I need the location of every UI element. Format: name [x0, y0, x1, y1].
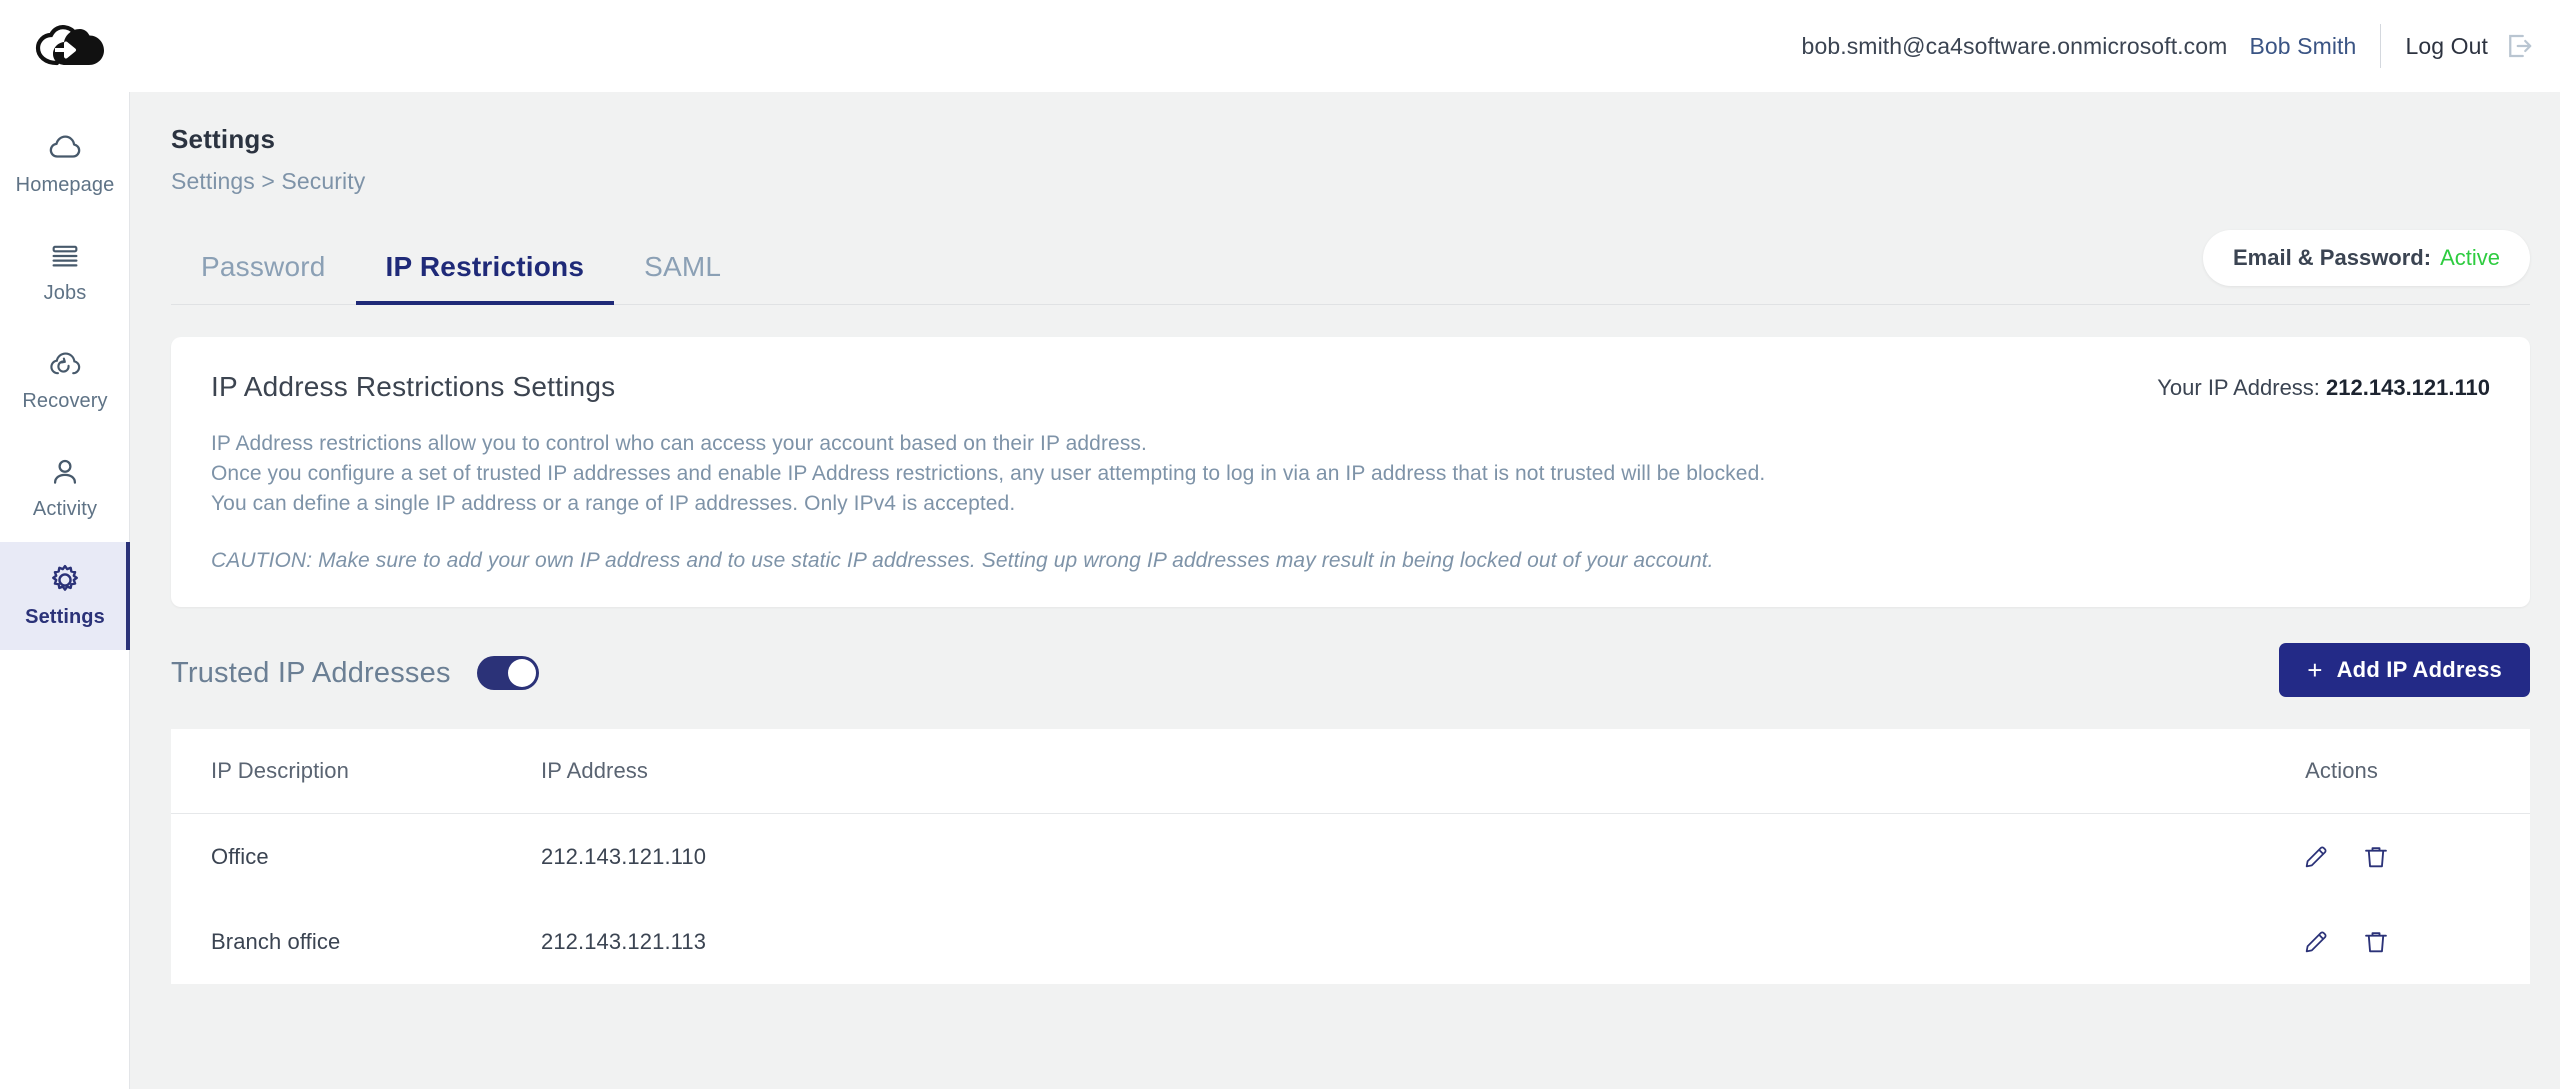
trusted-ip-table: IP Description IP Address Actions Office…: [171, 729, 2530, 984]
sidebar-item-label: Homepage: [15, 174, 115, 196]
cell-ip-address: 212.143.121.110: [541, 843, 707, 869]
sidebar-item-settings[interactable]: Settings: [0, 542, 130, 650]
tab-ip-restrictions[interactable]: IP Restrictions: [355, 251, 615, 305]
sidebar-item-label: Recovery: [22, 390, 108, 412]
ip-restrictions-info-card: IP Address Restrictions Settings Your IP…: [171, 337, 2530, 607]
sidebar-nav: Homepage Jobs Recovery Activity Settings: [0, 92, 130, 1089]
add-ip-address-button[interactable]: + Add IP Address: [2279, 643, 2530, 697]
caution-note: CAUTION: Make sure to add your own IP ad…: [211, 549, 1714, 572]
tab-password[interactable]: Password: [171, 251, 356, 305]
your-ip-value: 212.143.121.110: [2326, 375, 2490, 400]
sidebar-item-activity[interactable]: Activity: [0, 434, 130, 542]
column-header-ip: IP Address: [541, 758, 648, 783]
trash-icon[interactable]: [2362, 928, 2390, 956]
cell-description: Branch office: [211, 928, 341, 954]
info-paragraph: Once you configure a set of trusted IP a…: [211, 462, 1766, 485]
sidebar-item-label: Settings: [25, 606, 105, 628]
cell-ip-address: 212.143.121.113: [541, 928, 707, 954]
cell-description: Office: [211, 843, 269, 869]
pencil-icon[interactable]: [2302, 843, 2330, 871]
column-header-description: IP Description: [211, 758, 349, 783]
gear-icon: [52, 564, 78, 591]
page-title: Settings: [171, 124, 276, 154]
trusted-ip-header-row: Trusted IP Addresses + Add IP Address: [171, 643, 2530, 703]
your-ip-label: Your IP Address:: [2157, 375, 2320, 400]
stacked-lines-icon: [52, 245, 78, 267]
status-badge-label: Email & Password:: [2233, 245, 2432, 270]
your-ip-address: Your IP Address: 212.143.121.110: [2157, 375, 2490, 401]
page-header: Settings Settings > Security: [131, 92, 2560, 195]
main-content: Settings Settings > Security Email & Pas…: [131, 92, 2560, 1089]
cloud-refresh-icon: [50, 352, 81, 375]
logout-button[interactable]: Log Out: [2381, 33, 2504, 60]
column-header-actions: Actions: [2305, 758, 2378, 783]
cloud-arrow-logo-icon: [35, 25, 104, 66]
app-logo[interactable]: [32, 18, 108, 74]
info-paragraph: You can define a single IP address or a …: [211, 492, 1016, 515]
sidebar-item-jobs[interactable]: Jobs: [0, 218, 130, 326]
cloud-icon: [49, 135, 81, 158]
logout-arrow-icon[interactable]: [2504, 31, 2534, 61]
trash-icon[interactable]: [2362, 843, 2390, 871]
row-actions: [2061, 843, 2490, 871]
header-account-area: bob.smith@ca4software.onmicrosoft.com Bo…: [1802, 0, 2534, 92]
trusted-ip-toggle[interactable]: [476, 656, 539, 690]
table-row: Office 212.143.121.110: [171, 814, 2530, 899]
table-header-row: IP Description IP Address Actions: [171, 729, 2530, 814]
user-icon: [53, 459, 77, 484]
sidebar-item-label: Jobs: [43, 282, 87, 304]
plus-icon: +: [2307, 655, 2323, 685]
card-title: IP Address Restrictions Settings: [211, 371, 616, 402]
status-badge-value: Active: [2440, 245, 2500, 270]
table-row: Branch office 212.143.121.113: [171, 899, 2530, 984]
toggle-knob: [507, 659, 536, 687]
sidebar-item-label: Activity: [32, 498, 98, 520]
add-ip-address-label: Add IP Address: [2336, 657, 2502, 682]
status-badge: Email & Password: Active: [2203, 230, 2530, 286]
account-name[interactable]: Bob Smith: [2249, 33, 2380, 60]
top-header: bob.smith@ca4software.onmicrosoft.com Bo…: [0, 0, 2560, 92]
card-body: IP Address restrictions allow you to con…: [211, 429, 2490, 573]
pencil-icon[interactable]: [2302, 928, 2330, 956]
tab-bar: Password IP Restrictions SAML: [171, 227, 2530, 305]
sidebar-item-recovery[interactable]: Recovery: [0, 326, 130, 434]
row-actions: [2061, 928, 2490, 956]
breadcrumb: Settings > Security: [171, 168, 366, 194]
sidebar-item-homepage[interactable]: Homepage: [0, 110, 130, 218]
account-email: bob.smith@ca4software.onmicrosoft.com: [1801, 32, 2228, 59]
tab-saml[interactable]: SAML: [614, 251, 751, 305]
info-paragraph: IP Address restrictions allow you to con…: [211, 432, 1147, 455]
trusted-ip-title: Trusted IP Addresses: [171, 656, 451, 689]
